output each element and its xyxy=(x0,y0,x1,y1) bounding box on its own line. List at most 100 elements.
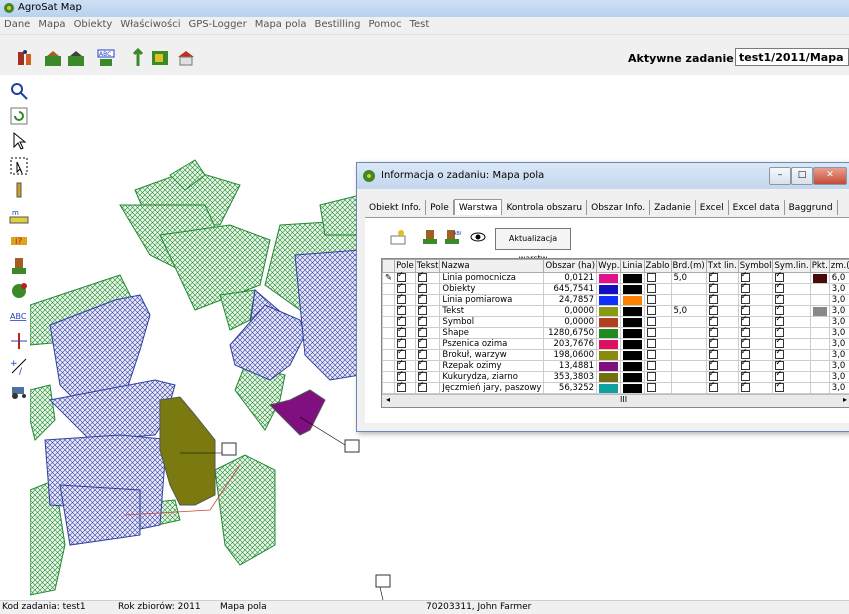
cell-zm[interactable]: 3,0 xyxy=(829,350,849,361)
menu-wlasciwosci[interactable]: Właściwości xyxy=(116,17,184,30)
menu-obiekty[interactable]: Obiekty xyxy=(70,17,117,30)
select-area-icon[interactable] xyxy=(8,155,30,177)
cell-obszar[interactable]: 24,7857 xyxy=(544,295,597,306)
color-swatch[interactable] xyxy=(813,384,827,393)
color-swatch[interactable] xyxy=(813,351,827,360)
row-indicator[interactable] xyxy=(383,284,395,295)
cell-obszar[interactable]: 0,0121 xyxy=(544,273,597,284)
cell-pkt[interactable] xyxy=(810,306,829,317)
cell-pkt[interactable] xyxy=(810,372,829,383)
col-obszar[interactable]: Obszar (ha) xyxy=(544,260,597,273)
cell-zablo[interactable] xyxy=(644,273,671,284)
cell-wyp[interactable] xyxy=(597,372,621,383)
cell-zablo[interactable] xyxy=(644,372,671,383)
tab-pole[interactable]: Pole xyxy=(426,200,454,215)
checkbox[interactable] xyxy=(647,339,656,348)
map-label-bottom[interactable] xyxy=(376,575,390,587)
scroll-thumb[interactable]: III xyxy=(620,395,627,404)
cell-linia[interactable] xyxy=(621,306,644,317)
cell-tekst[interactable] xyxy=(415,383,440,394)
color-swatch[interactable] xyxy=(599,362,618,371)
cell-pkt[interactable] xyxy=(810,383,829,394)
cell-wyp[interactable] xyxy=(597,383,621,394)
cell-brd[interactable] xyxy=(671,339,706,350)
tab-excel[interactable]: Excel xyxy=(696,200,729,215)
row-indicator[interactable] xyxy=(383,306,395,317)
color-swatch[interactable] xyxy=(599,373,618,382)
save-field-icon[interactable] xyxy=(66,48,86,68)
tab-warstwa[interactable]: Warstwa xyxy=(454,199,503,215)
checkbox[interactable] xyxy=(775,383,784,392)
visibility-eye-icon[interactable] xyxy=(469,228,487,246)
checkbox[interactable] xyxy=(647,361,656,370)
cell-brd[interactable]: 5,0 xyxy=(671,273,706,284)
color-swatch[interactable] xyxy=(813,285,827,294)
cell-linia[interactable] xyxy=(621,273,644,284)
cell-zm[interactable]: 3,0 xyxy=(829,361,849,372)
split-icon[interactable]: +/ xyxy=(8,355,30,377)
color-swatch[interactable] xyxy=(813,362,827,371)
cell-zablo[interactable] xyxy=(644,328,671,339)
cell-zm[interactable]: 6,0 xyxy=(829,273,849,284)
cell-linia[interactable] xyxy=(621,339,644,350)
col-zm[interactable]: zm.(m) xyxy=(829,260,849,273)
tab-kontrola-obszaru[interactable]: Kontrola obszaru xyxy=(502,200,587,215)
cell-linia[interactable] xyxy=(621,317,644,328)
cell-nazwa[interactable]: Pszenica ozima xyxy=(440,339,544,350)
cell-zablo[interactable] xyxy=(644,383,671,394)
col-pkt[interactable]: Pkt. xyxy=(810,260,829,273)
cell-wyp[interactable] xyxy=(597,273,621,284)
cell-nazwa[interactable]: Shape xyxy=(440,328,544,339)
color-swatch[interactable] xyxy=(623,318,641,327)
maximize-icon[interactable]: □ xyxy=(791,167,813,185)
cell-zm[interactable]: 3,0 xyxy=(829,284,849,295)
barn-icon[interactable] xyxy=(176,48,196,68)
cell-zablo[interactable] xyxy=(644,306,671,317)
checkbox[interactable] xyxy=(647,306,656,315)
cell-nazwa[interactable]: Linia pomiarowa xyxy=(440,295,544,306)
active-task-input[interactable]: test1/2011/Mapa pola/t xyxy=(735,48,849,66)
cell-obszar[interactable]: 13,4881 xyxy=(544,361,597,372)
cell-linia[interactable] xyxy=(621,383,644,394)
checkbox[interactable] xyxy=(709,383,718,392)
cell-nazwa[interactable]: Symbol xyxy=(440,317,544,328)
olive-field[interactable] xyxy=(160,397,215,505)
checkbox[interactable] xyxy=(647,372,656,381)
cell-obszar[interactable]: 0,0000 xyxy=(544,306,597,317)
row-indicator[interactable]: ✎ xyxy=(383,273,395,284)
cell-pkt[interactable] xyxy=(810,273,829,284)
row-indicator[interactable] xyxy=(383,361,395,372)
marker-icon[interactable] xyxy=(8,180,30,202)
cell-nazwa[interactable]: Linia pomocnicza xyxy=(440,273,544,284)
open-field-icon[interactable] xyxy=(43,48,63,68)
row-indicator[interactable] xyxy=(383,295,395,306)
color-swatch[interactable] xyxy=(623,351,641,360)
color-swatch[interactable] xyxy=(813,307,827,316)
checkbox[interactable] xyxy=(647,295,656,304)
tab-obszar-info[interactable]: Obszar Info. xyxy=(587,200,650,215)
cell-txt-lin[interactable] xyxy=(706,383,738,394)
col-zablo[interactable]: Zablo xyxy=(644,260,671,273)
cell-wyp[interactable] xyxy=(597,350,621,361)
color-swatch[interactable] xyxy=(623,340,641,349)
cell-nazwa[interactable]: Tekst xyxy=(440,306,544,317)
color-swatch[interactable] xyxy=(599,296,618,305)
menu-pomoc[interactable]: Pomoc xyxy=(364,17,405,30)
field-map-icon[interactable] xyxy=(150,48,170,68)
color-swatch[interactable] xyxy=(599,329,618,338)
cell-wyp[interactable] xyxy=(597,295,621,306)
cell-zablo[interactable] xyxy=(644,284,671,295)
layer-label-icon[interactable]: ABC xyxy=(443,228,461,246)
cell-zm[interactable]: 3,0 xyxy=(829,339,849,350)
refresh-icon[interactable] xyxy=(8,105,30,127)
menu-gps-logger[interactable]: GPS-Logger xyxy=(184,17,250,30)
checkbox[interactable] xyxy=(741,383,750,392)
cell-sym-lin[interactable] xyxy=(773,383,810,394)
cell-nazwa[interactable]: Kukurydza, ziarno xyxy=(440,372,544,383)
color-swatch[interactable] xyxy=(599,351,618,360)
color-swatch[interactable] xyxy=(599,318,618,327)
cell-brd[interactable] xyxy=(671,372,706,383)
row-indicator[interactable] xyxy=(383,328,395,339)
cell-obszar[interactable]: 353,3803 xyxy=(544,372,597,383)
cell-linia[interactable] xyxy=(621,328,644,339)
